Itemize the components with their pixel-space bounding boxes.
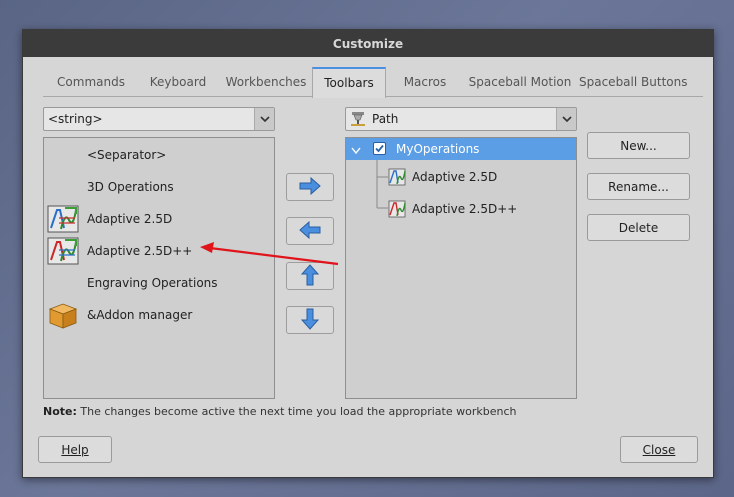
adaptive-icon bbox=[47, 236, 79, 266]
list-item-engraving-operations[interactable]: Engraving Operations bbox=[44, 268, 274, 298]
chevron-down-icon bbox=[556, 108, 576, 130]
adaptive-icon bbox=[47, 204, 79, 234]
tab-toolbars[interactable]: Toolbars bbox=[312, 67, 386, 98]
add-to-toolbar-button[interactable] bbox=[286, 173, 334, 201]
move-up-button[interactable] bbox=[286, 262, 334, 290]
list-item-3d-operations[interactable]: 3D Operations bbox=[44, 172, 274, 202]
dialog-titlebar[interactable]: Customize bbox=[23, 30, 713, 57]
move-down-button[interactable] bbox=[286, 306, 334, 334]
list-item-adaptive-2-5d[interactable]: Adaptive 2.5D bbox=[44, 204, 274, 234]
package-icon bbox=[47, 300, 79, 330]
workbench-combo-value: Path bbox=[372, 112, 399, 126]
toolbar-checkbox[interactable] bbox=[373, 142, 386, 155]
category-combo[interactable]: <string> bbox=[43, 107, 275, 131]
customize-dialog: Customize Commands Keyboard Workbenches … bbox=[22, 29, 714, 478]
delete-button[interactable]: Delete bbox=[587, 214, 690, 241]
note-body: The changes become active the next time … bbox=[80, 405, 517, 418]
tab-workbenches[interactable]: Workbenches bbox=[221, 73, 311, 97]
chevron-down-icon bbox=[254, 108, 274, 130]
remove-from-toolbar-button[interactable] bbox=[286, 217, 334, 245]
path-workbench-icon bbox=[348, 109, 368, 129]
list-item-label: &Addon manager bbox=[87, 308, 193, 322]
tab-spaceball-buttons[interactable]: Spaceball Buttons bbox=[579, 73, 687, 97]
tree-row-myoperations[interactable]: MyOperations bbox=[346, 138, 576, 160]
new-button[interactable]: New... bbox=[587, 132, 690, 159]
arrow-left-icon bbox=[298, 220, 322, 242]
tree-item-label: Adaptive 2.5D bbox=[412, 170, 498, 184]
tree-root-label: MyOperations bbox=[396, 142, 480, 156]
category-combo-value: <string> bbox=[48, 112, 103, 126]
list-item-adaptive-2-5d-plus[interactable]: Adaptive 2.5D++ bbox=[44, 236, 274, 266]
help-button[interactable]: Help bbox=[38, 436, 112, 463]
arrow-right-icon bbox=[298, 176, 322, 198]
chevron-down-icon[interactable] bbox=[351, 144, 361, 158]
rename-button[interactable]: Rename... bbox=[587, 173, 690, 200]
help-button-label: Help bbox=[61, 442, 89, 457]
list-item-addon-manager[interactable]: &Addon manager bbox=[44, 300, 274, 330]
list-item-label: Engraving Operations bbox=[87, 276, 218, 290]
tab-bar: Commands Keyboard Workbenches Toolbars M… bbox=[43, 67, 703, 98]
tab-macros[interactable]: Macros bbox=[395, 73, 455, 97]
toolbar-tree[interactable]: MyOperations Adaptive 2.5D Adaptive 2.5D… bbox=[345, 137, 577, 399]
dialog-title: Customize bbox=[332, 36, 404, 51]
tab-spaceball-motion[interactable]: Spaceball Motion bbox=[467, 73, 573, 97]
close-button-label: Close bbox=[642, 442, 676, 457]
note-text: Note: The changes become active the next… bbox=[43, 405, 516, 418]
list-item-label: Adaptive 2.5D bbox=[87, 212, 173, 226]
arrow-down-icon bbox=[300, 307, 320, 334]
tab-keyboard[interactable]: Keyboard bbox=[137, 73, 219, 97]
note-prefix: Note: bbox=[43, 405, 77, 418]
tree-row-adaptive-2-5d-plus[interactable]: Adaptive 2.5D++ bbox=[388, 198, 517, 220]
list-item-label: 3D Operations bbox=[87, 180, 174, 194]
commands-list[interactable]: <Separator> 3D Operations Adaptive 2.5D bbox=[43, 137, 275, 399]
list-item-label: Adaptive 2.5D++ bbox=[87, 244, 193, 258]
tree-item-label: Adaptive 2.5D++ bbox=[412, 202, 518, 216]
list-item-label: <Separator> bbox=[87, 148, 167, 162]
workbench-combo[interactable]: Path bbox=[345, 107, 577, 131]
close-button[interactable]: Close bbox=[620, 436, 698, 463]
arrow-up-icon bbox=[300, 263, 320, 290]
tab-commands[interactable]: Commands bbox=[49, 73, 133, 97]
adaptive-icon bbox=[388, 168, 406, 186]
adaptive-icon bbox=[388, 200, 406, 218]
tree-row-adaptive-2-5d[interactable]: Adaptive 2.5D bbox=[388, 166, 497, 188]
list-item-separator[interactable]: <Separator> bbox=[44, 140, 274, 170]
